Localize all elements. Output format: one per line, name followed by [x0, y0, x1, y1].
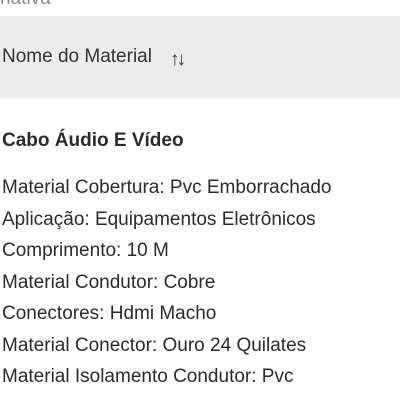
spec-item: Comprimento: 10 M: [2, 240, 169, 261]
sort-header-label: Nome do Material: [2, 46, 152, 67]
spec-item: Material Isolamento Condutor: Pvc: [2, 366, 294, 387]
product-card: Cabo Áudio E Vídeo Material Cobertura: P…: [2, 130, 398, 393]
partial-label: nativa: [0, 0, 51, 10]
sort-by-material-name-header[interactable]: Nome do Material ↑↓: [0, 16, 400, 98]
spec-item: Material Conector: Ouro 24 Quilates: [2, 334, 307, 356]
page: nativa Nome do Material ↑↓ Cabo Áudio E …: [0, 0, 400, 400]
product-title: Cabo Áudio E Vídeo: [2, 130, 184, 151]
sort-arrows-icon[interactable]: ↑↓: [170, 49, 186, 71]
spec-item: Conectores: Hdmi Macho: [2, 303, 217, 324]
spec-item: Material Condutor: Cobre: [2, 271, 216, 293]
spec-list: Material Cobertura: Pvc Emborrachado Apl…: [2, 172, 398, 393]
spec-item: Material Cobertura: Pvc Emborrachado: [2, 177, 332, 198]
spec-item: Aplicação: Equipamentos Eletrônicos: [2, 208, 316, 230]
